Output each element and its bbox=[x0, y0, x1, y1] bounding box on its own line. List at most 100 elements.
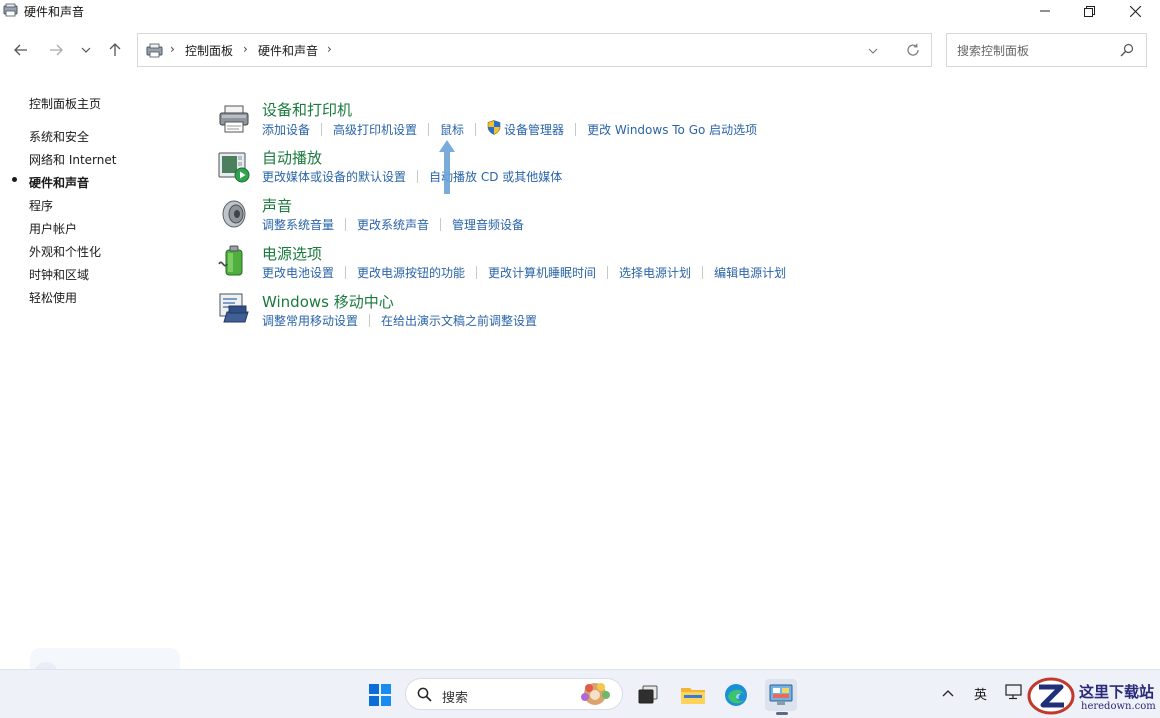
minimize-button[interactable] bbox=[1022, 0, 1068, 22]
link-adjust-mobility-settings[interactable]: 调整常用移动设置 bbox=[262, 312, 358, 329]
category-links-autoplay: 更改媒体或设备的默认设置 自动播放 CD 或其他媒体 bbox=[262, 168, 562, 185]
autoplay-icon[interactable] bbox=[217, 150, 251, 184]
breadcrumb-separator-icon: › bbox=[243, 42, 248, 56]
chevron-down-icon bbox=[868, 48, 878, 54]
recent-locations-button[interactable] bbox=[74, 38, 98, 62]
up-button[interactable] bbox=[103, 38, 127, 62]
link-sleep-time[interactable]: 更改计算机睡眠时间 bbox=[488, 264, 596, 281]
sidebar-item-programs[interactable]: 程序 bbox=[29, 197, 53, 214]
category-title-mobility-center[interactable]: Windows 移动中心 bbox=[262, 291, 394, 312]
link-edit-power-plan[interactable]: 编辑电源计划 bbox=[714, 264, 786, 281]
restore-icon bbox=[1083, 5, 1095, 17]
watermark-logo-icon bbox=[1027, 677, 1075, 715]
address-history-dropdown[interactable] bbox=[868, 44, 878, 58]
breadcrumb-hardware-sound[interactable]: 硬件和声音 bbox=[258, 42, 318, 59]
edge-browser-button[interactable] bbox=[720, 679, 752, 711]
control-panel-hardware-icon bbox=[3, 3, 18, 17]
category-title-power-options[interactable]: 电源选项 bbox=[262, 243, 322, 264]
link-change-system-sounds[interactable]: 更改系统声音 bbox=[357, 216, 429, 233]
restore-button[interactable] bbox=[1066, 0, 1112, 22]
category-links-mobility-center: 调整常用移动设置 在给出演示文稿之前调整设置 bbox=[262, 312, 537, 329]
category-title-sound[interactable]: 声音 bbox=[262, 195, 292, 216]
link-divider bbox=[702, 266, 704, 279]
sidebar-item-ease-of-access[interactable]: 轻松使用 bbox=[29, 289, 77, 306]
link-mouse[interactable]: 鼠标 bbox=[440, 121, 464, 138]
link-change-media-defaults[interactable]: 更改媒体或设备的默认设置 bbox=[262, 168, 406, 185]
link-divider bbox=[440, 218, 442, 231]
uac-shield-icon bbox=[487, 120, 501, 138]
link-divider bbox=[417, 170, 419, 183]
link-power-button-function[interactable]: 更改电源按钮的功能 bbox=[357, 264, 465, 281]
windows-logo-icon bbox=[369, 684, 391, 706]
active-app-indicator bbox=[776, 712, 788, 715]
printer-icon[interactable] bbox=[217, 102, 251, 136]
link-manage-audio-devices[interactable]: 管理音频设备 bbox=[452, 216, 524, 233]
link-advanced-printer-setup[interactable]: 高级打印机设置 bbox=[333, 121, 417, 138]
search-input[interactable] bbox=[955, 41, 1119, 61]
search-box[interactable] bbox=[946, 33, 1147, 67]
link-divider bbox=[607, 266, 609, 279]
arrow-right-icon bbox=[50, 44, 63, 56]
mobility-center-icon[interactable] bbox=[217, 292, 251, 326]
close-button[interactable] bbox=[1112, 0, 1158, 22]
category-title-autoplay[interactable]: 自动播放 bbox=[262, 147, 322, 168]
address-bar[interactable]: › 控制面板 › 硬件和声音 › bbox=[137, 33, 932, 67]
watermark-site-url: heredown.com bbox=[1081, 701, 1156, 712]
start-button[interactable] bbox=[364, 679, 396, 711]
link-choose-power-plan[interactable]: 选择电源计划 bbox=[619, 264, 691, 281]
search-icon[interactable] bbox=[1120, 43, 1134, 60]
battery-icon[interactable] bbox=[217, 244, 251, 278]
link-divider bbox=[575, 122, 577, 136]
link-device-manager[interactable]: 设备管理器 bbox=[504, 121, 564, 138]
control-panel-icon bbox=[769, 684, 793, 705]
taskbar-search-label: 搜索 bbox=[442, 691, 469, 706]
taskbar: 搜索 英 bbox=[0, 669, 1160, 718]
link-change-battery-settings[interactable]: 更改电池设置 bbox=[262, 264, 334, 281]
refresh-icon bbox=[907, 43, 919, 56]
refresh-button[interactable] bbox=[906, 43, 920, 60]
control-panel-taskbar-button[interactable] bbox=[765, 679, 797, 711]
chevron-up-icon bbox=[942, 690, 954, 697]
arrow-up-icon bbox=[109, 43, 121, 56]
sidebar-item-hardware-sound[interactable]: 硬件和声音 bbox=[29, 174, 89, 191]
back-button[interactable] bbox=[9, 38, 33, 62]
breadcrumb-control-panel[interactable]: 控制面板 bbox=[185, 42, 233, 59]
task-view-button[interactable] bbox=[632, 679, 664, 711]
sidebar-item-system-security[interactable]: 系统和安全 bbox=[29, 128, 89, 145]
sidebar-item-home[interactable]: 控制面板主页 bbox=[29, 95, 101, 112]
annotation-arrow-icon bbox=[439, 140, 455, 194]
link-presentation-settings[interactable]: 在给出演示文稿之前调整设置 bbox=[381, 312, 537, 329]
link-divider bbox=[369, 314, 371, 327]
breadcrumb-separator-icon: › bbox=[170, 42, 175, 56]
site-watermark: 这里下载站 heredown.com bbox=[1027, 675, 1160, 717]
sidebar-item-clock-region[interactable]: 时钟和区域 bbox=[29, 266, 89, 283]
sidebar-item-appearance[interactable]: 外观和个性化 bbox=[29, 243, 101, 260]
active-item-bullet-icon bbox=[12, 177, 17, 182]
arrow-left-icon bbox=[14, 44, 27, 56]
network-button[interactable] bbox=[1005, 684, 1023, 703]
minimize-icon bbox=[1040, 10, 1050, 12]
link-windows-to-go[interactable]: 更改 Windows To Go 启动选项 bbox=[587, 121, 757, 138]
sidebar-item-user-accounts[interactable]: 用户帐户 bbox=[29, 220, 77, 237]
sidebar-item-network[interactable]: 网络和 Internet bbox=[29, 151, 116, 168]
monitor-network-icon bbox=[1005, 684, 1022, 700]
title-bar: 硬件和声音 bbox=[0, 0, 1160, 22]
link-divider bbox=[345, 218, 347, 231]
taskbar-search[interactable]: 搜索 bbox=[405, 678, 623, 710]
folder-icon bbox=[681, 688, 705, 704]
link-add-device[interactable]: 添加设备 bbox=[262, 121, 310, 138]
input-language-indicator[interactable]: 英 bbox=[974, 684, 987, 703]
edge-icon bbox=[725, 684, 747, 706]
category-title-devices-printers[interactable]: 设备和打印机 bbox=[262, 99, 352, 120]
forward-button[interactable] bbox=[44, 38, 68, 62]
close-icon bbox=[1129, 5, 1141, 17]
link-adjust-volume[interactable]: 调整系统音量 bbox=[262, 216, 334, 233]
control-panel-location-icon bbox=[146, 43, 163, 58]
speaker-icon[interactable] bbox=[217, 197, 251, 231]
show-hidden-icons-button[interactable] bbox=[942, 686, 954, 700]
link-divider bbox=[476, 266, 478, 279]
link-divider bbox=[321, 122, 323, 136]
search-highlight-illustration-icon bbox=[581, 683, 610, 705]
file-explorer-button[interactable] bbox=[677, 679, 709, 711]
link-divider bbox=[345, 266, 347, 279]
